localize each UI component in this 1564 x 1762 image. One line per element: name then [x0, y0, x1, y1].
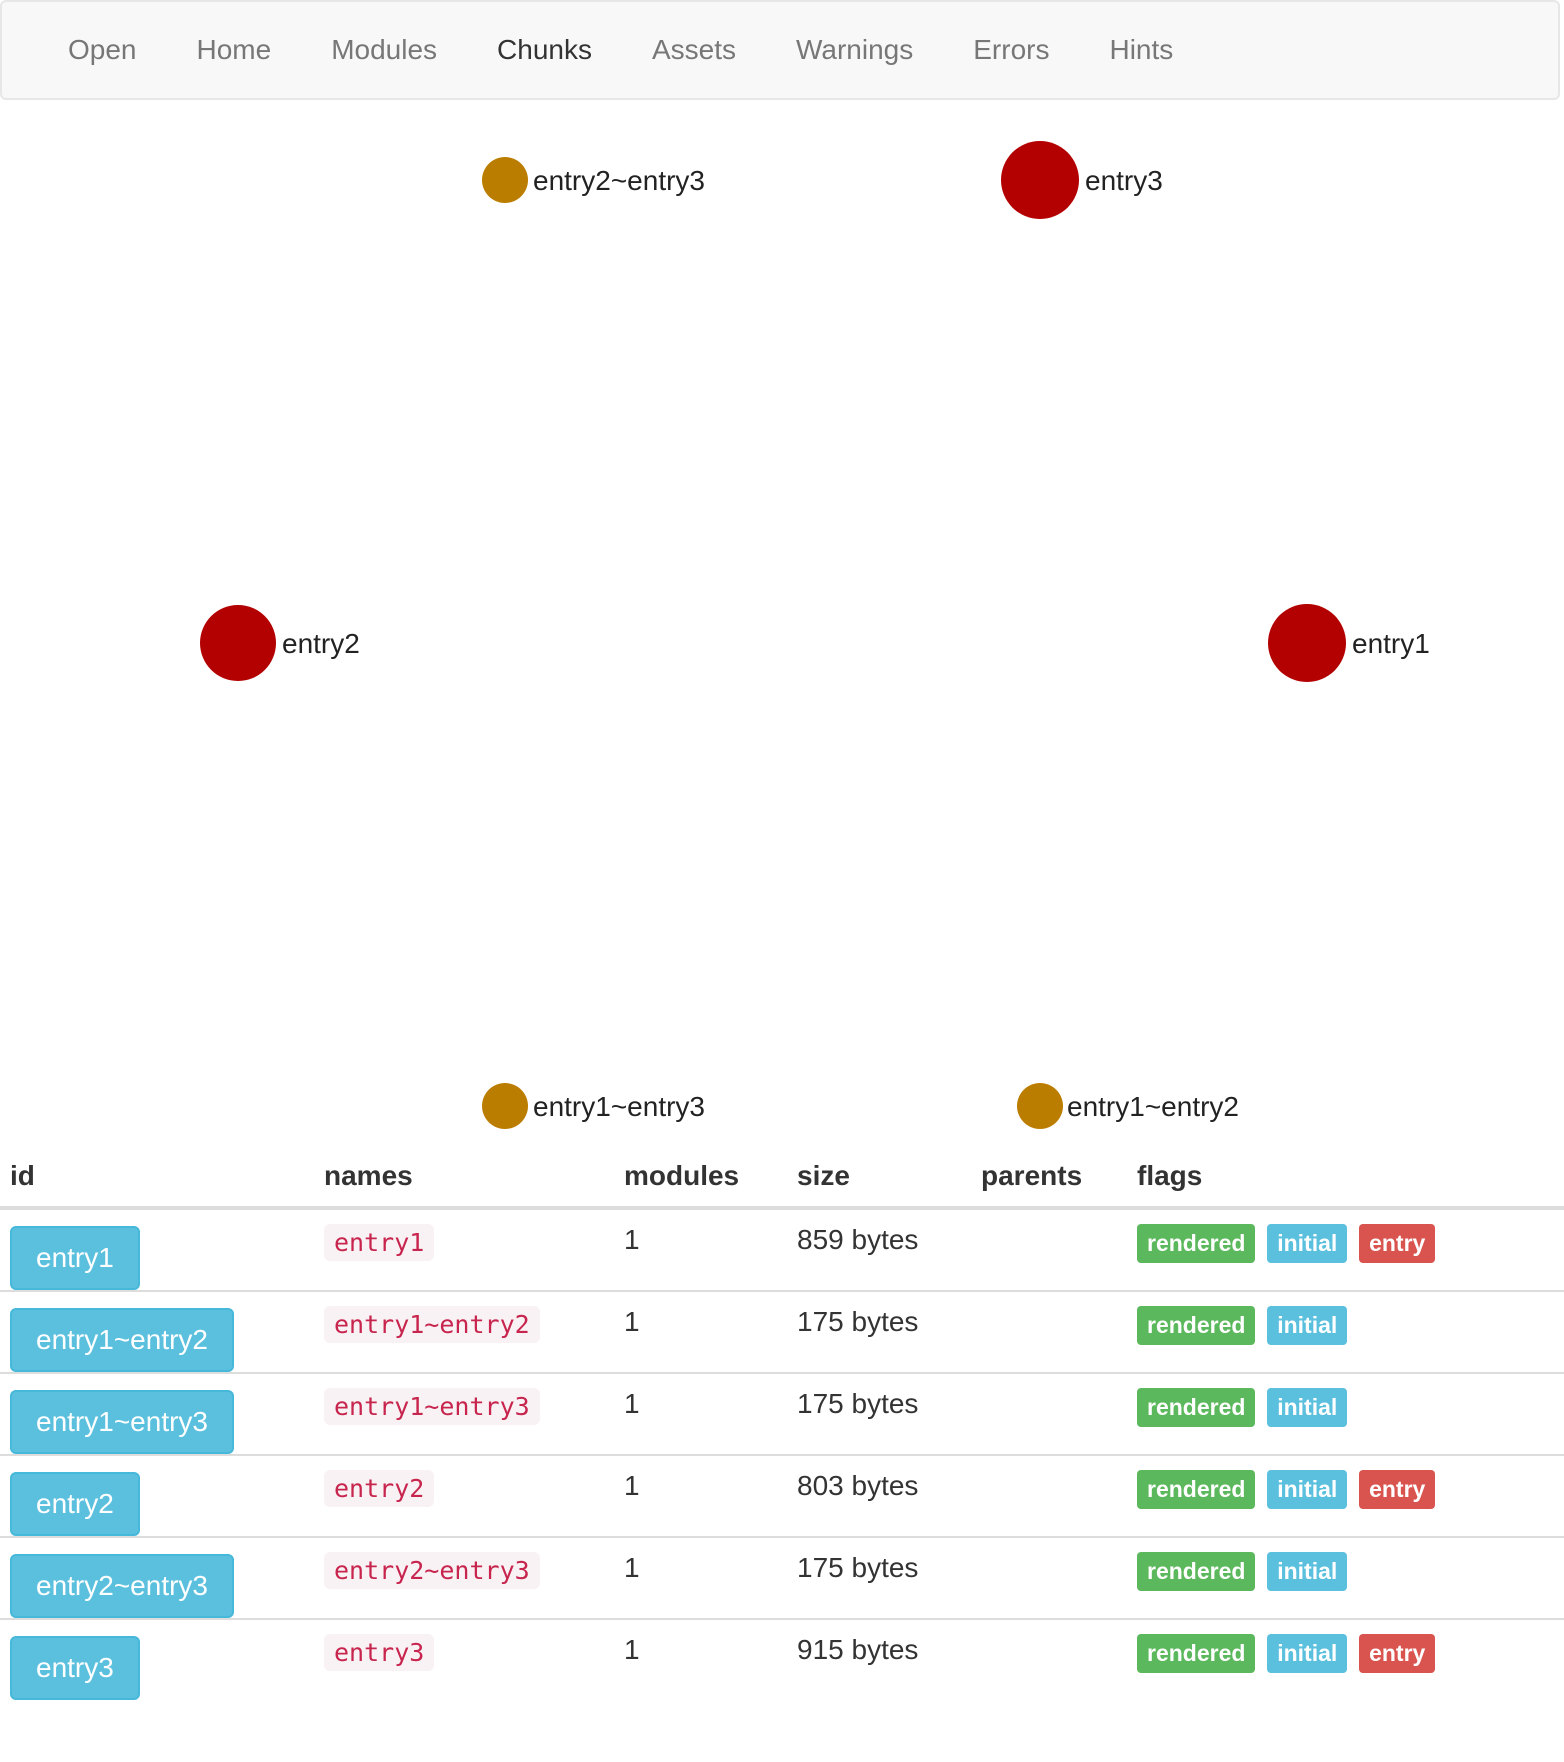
table-row: entry1 entry1 1 859 bytes rendered initi… [0, 1208, 1564, 1291]
flag-entry-badge: entry [1359, 1634, 1436, 1673]
chunk-parents [971, 1618, 1127, 1700]
module-count: 1 [624, 1224, 640, 1255]
flag-rendered-badge: rendered [1137, 1224, 1256, 1263]
flag-initial-badge: initial [1267, 1224, 1348, 1263]
graph-node-entry1-entry2[interactable]: entry1~entry2 [1017, 1083, 1239, 1129]
nav-home[interactable]: Home [167, 0, 302, 100]
graph-node-entry2[interactable]: entry2 [200, 605, 360, 681]
col-header-parents: parents [971, 1140, 1127, 1210]
chunk-size: 803 bytes [787, 1454, 971, 1537]
table-row: entry2~entry3 entry2~entry3 1 175 bytes … [0, 1536, 1564, 1619]
chunk-name: entry2 [324, 1470, 435, 1507]
node-label: entry2~entry3 [533, 165, 705, 196]
graph-node-entry2-entry3[interactable]: entry2~entry3 [482, 157, 705, 203]
flag-rendered-badge: rendered [1137, 1634, 1256, 1673]
nav-assets[interactable]: Assets [622, 0, 766, 100]
chunk-parents [971, 1208, 1127, 1291]
node-circle[interactable] [482, 157, 528, 203]
chunk-parents [971, 1290, 1127, 1373]
node-label: entry3 [1085, 165, 1163, 196]
nav-chunks[interactable]: Chunks [467, 0, 622, 100]
nav-errors[interactable]: Errors [943, 0, 1079, 100]
chunk-id-button[interactable]: entry3 [10, 1636, 140, 1700]
flag-initial-badge: initial [1267, 1552, 1348, 1591]
chunk-name: entry3 [324, 1634, 435, 1671]
chunk-name: entry1~entry2 [324, 1306, 540, 1343]
chunk-id-button[interactable]: entry1~entry3 [10, 1390, 234, 1454]
col-header-names: names [314, 1140, 614, 1210]
flag-rendered-badge: rendered [1137, 1306, 1256, 1345]
node-label: entry1 [1352, 628, 1430, 659]
chunk-size: 175 bytes [787, 1372, 971, 1455]
chunk-id-button[interactable]: entry2 [10, 1472, 140, 1536]
node-circle[interactable] [1268, 604, 1346, 682]
chunks-table-wrap: id names modules size parents flags entr… [0, 1140, 1564, 1700]
chunk-graph-svg: entry2~entry3 entry3 entry2 entry1 entry… [200, 141, 1430, 1129]
nav-list: Open Home Modules Chunks Assets Warnings… [2, 2, 1558, 98]
chunk-flags: rendered initial [1127, 1536, 1564, 1619]
table-row: entry1~entry2 entry1~entry2 1 175 bytes … [0, 1290, 1564, 1373]
flag-initial-badge: initial [1267, 1306, 1348, 1345]
flag-rendered-badge: rendered [1137, 1470, 1256, 1509]
graph-node-entry3[interactable]: entry3 [1001, 141, 1163, 219]
chunk-id-button[interactable]: entry2~entry3 [10, 1554, 234, 1618]
table-row: entry2 entry2 1 803 bytes rendered initi… [0, 1454, 1564, 1537]
col-header-modules: modules [614, 1140, 787, 1210]
chunk-size: 915 bytes [787, 1618, 971, 1700]
flag-initial-badge: initial [1267, 1470, 1348, 1509]
node-circle[interactable] [200, 605, 276, 681]
nav-open[interactable]: Open [38, 0, 167, 100]
node-label: entry1~entry2 [1067, 1091, 1239, 1122]
table-row: entry3 entry3 1 915 bytes rendered initi… [0, 1618, 1564, 1700]
nav-warnings[interactable]: Warnings [766, 0, 943, 100]
navbar: Open Home Modules Chunks Assets Warnings… [0, 0, 1560, 100]
chunk-graph: entry2~entry3 entry3 entry2 entry1 entry… [0, 100, 1564, 1140]
chunk-size: 175 bytes [787, 1290, 971, 1373]
node-circle[interactable] [482, 1083, 528, 1129]
flag-rendered-badge: rendered [1137, 1388, 1256, 1427]
chunk-size: 859 bytes [797, 1224, 919, 1255]
chunk-id-button[interactable]: entry1 [10, 1226, 140, 1290]
chunk-flags: rendered initial entry [1127, 1208, 1564, 1291]
chunk-id-button[interactable]: entry1~entry2 [10, 1308, 234, 1372]
flag-entry-badge: entry [1359, 1224, 1436, 1263]
col-header-id: id [0, 1140, 314, 1210]
col-header-size: size [787, 1140, 971, 1210]
chunk-name: entry1~entry3 [324, 1388, 540, 1425]
nav-hints[interactable]: Hints [1079, 0, 1203, 100]
table-header-row: id names modules size parents flags [0, 1140, 1564, 1210]
col-header-flags: flags [1127, 1140, 1564, 1210]
module-count: 1 [614, 1290, 787, 1373]
flag-initial-badge: initial [1267, 1634, 1348, 1673]
graph-node-entry1[interactable]: entry1 [1268, 604, 1430, 682]
node-circle[interactable] [1017, 1083, 1063, 1129]
flag-entry-badge: entry [1359, 1470, 1436, 1509]
chunk-parents [971, 1454, 1127, 1537]
node-circle[interactable] [1001, 141, 1079, 219]
chunk-name: entry2~entry3 [324, 1552, 540, 1589]
chunk-flags: rendered initial entry [1127, 1454, 1564, 1537]
module-count: 1 [614, 1372, 787, 1455]
chunks-table: id names modules size parents flags entr… [0, 1140, 1564, 1700]
flag-initial-badge: initial [1267, 1388, 1348, 1427]
flag-rendered-badge: rendered [1137, 1552, 1256, 1591]
chunk-parents [971, 1536, 1127, 1619]
module-count: 1 [614, 1618, 787, 1700]
node-label: entry1~entry3 [533, 1091, 705, 1122]
nav-modules[interactable]: Modules [301, 0, 467, 100]
chunk-parents [971, 1372, 1127, 1455]
chunk-flags: rendered initial [1127, 1372, 1564, 1455]
module-count: 1 [614, 1536, 787, 1619]
module-count: 1 [614, 1454, 787, 1537]
node-label: entry2 [282, 628, 360, 659]
graph-node-entry1-entry3[interactable]: entry1~entry3 [482, 1083, 705, 1129]
chunk-flags: rendered initial [1127, 1290, 1564, 1373]
chunk-name: entry1 [324, 1224, 435, 1261]
chunk-size: 175 bytes [787, 1536, 971, 1619]
chunk-flags: rendered initial entry [1127, 1618, 1564, 1700]
table-row: entry1~entry3 entry1~entry3 1 175 bytes … [0, 1372, 1564, 1455]
